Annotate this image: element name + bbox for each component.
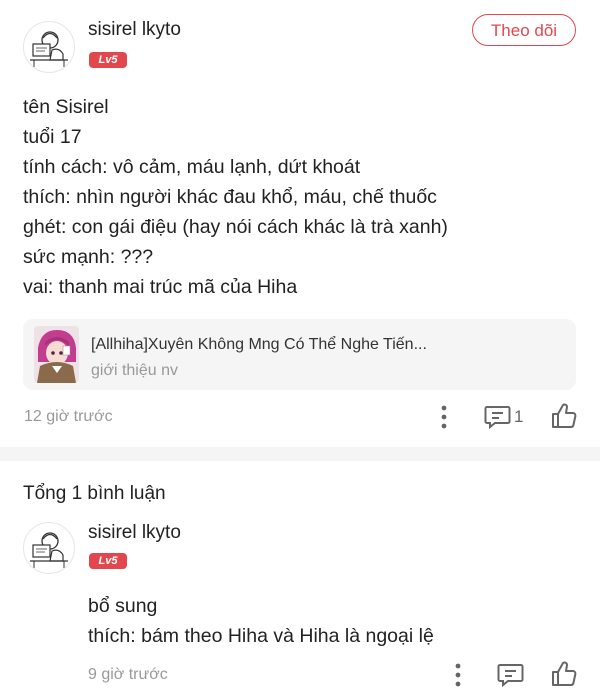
follow-button[interactable]: Theo dõi bbox=[472, 14, 576, 46]
post-text-line: thích: nhìn người khác đau khổ, máu, chế… bbox=[23, 186, 437, 208]
comment-text-line: thích: bám theo Hiha và Hiha là ngoại lệ bbox=[88, 625, 434, 647]
post-author-avatar[interactable] bbox=[23, 21, 75, 73]
thumbs-up-icon[interactable] bbox=[550, 660, 578, 688]
comment-text-line: bổ sung bbox=[88, 595, 158, 617]
sketch-avatar-icon bbox=[30, 31, 68, 67]
comment-author-avatar[interactable] bbox=[23, 522, 75, 574]
comment-timestamp: 9 giờ trước bbox=[88, 666, 168, 683]
post-text-line: tên Sisirel bbox=[23, 96, 109, 118]
comment-icon[interactable] bbox=[497, 661, 525, 689]
level-badge: Lv5 bbox=[89, 52, 127, 68]
comment-button[interactable]: 1 bbox=[484, 403, 530, 431]
more-vertical-icon[interactable] bbox=[436, 404, 452, 430]
post-text-line: tính cách: vô cảm, máu lạnh, dứt khoát bbox=[23, 156, 361, 178]
post-author-name[interactable]: sisirel lkyto bbox=[88, 19, 181, 41]
story-subtitle: giới thiệu nv bbox=[91, 362, 178, 379]
level-badge: Lv5 bbox=[89, 553, 127, 569]
story-title: [Allhiha]Xuyên Không Mng Có Thể Nghe Tiế… bbox=[91, 336, 427, 353]
sketch-avatar-icon bbox=[30, 532, 68, 568]
comment-count: 1 bbox=[514, 407, 524, 426]
more-vertical-icon[interactable] bbox=[450, 662, 466, 688]
comments-count-title: Tổng 1 bình luận bbox=[23, 483, 166, 504]
section-divider bbox=[0, 447, 600, 461]
post-text-line: vai: thanh mai trúc mã của Hiha bbox=[23, 276, 298, 298]
linked-story-card[interactable]: [Allhiha]Xuyên Không Mng Có Thể Nghe Tiế… bbox=[23, 319, 576, 390]
thumbs-up-icon[interactable] bbox=[550, 402, 578, 430]
post-text-line: sức mạnh: ??? bbox=[23, 246, 154, 268]
comment-author-name[interactable]: sisirel lkyto bbox=[88, 522, 181, 544]
anime-character-cover bbox=[34, 326, 79, 383]
post-timestamp: 12 giờ trước bbox=[24, 408, 113, 425]
story-cover-image bbox=[34, 326, 79, 383]
post-text-line: ghét: con gái điệu (hay nói cách khác là… bbox=[23, 216, 448, 238]
post-text-line: tuổi 17 bbox=[23, 126, 82, 148]
comment-icon bbox=[484, 406, 511, 430]
